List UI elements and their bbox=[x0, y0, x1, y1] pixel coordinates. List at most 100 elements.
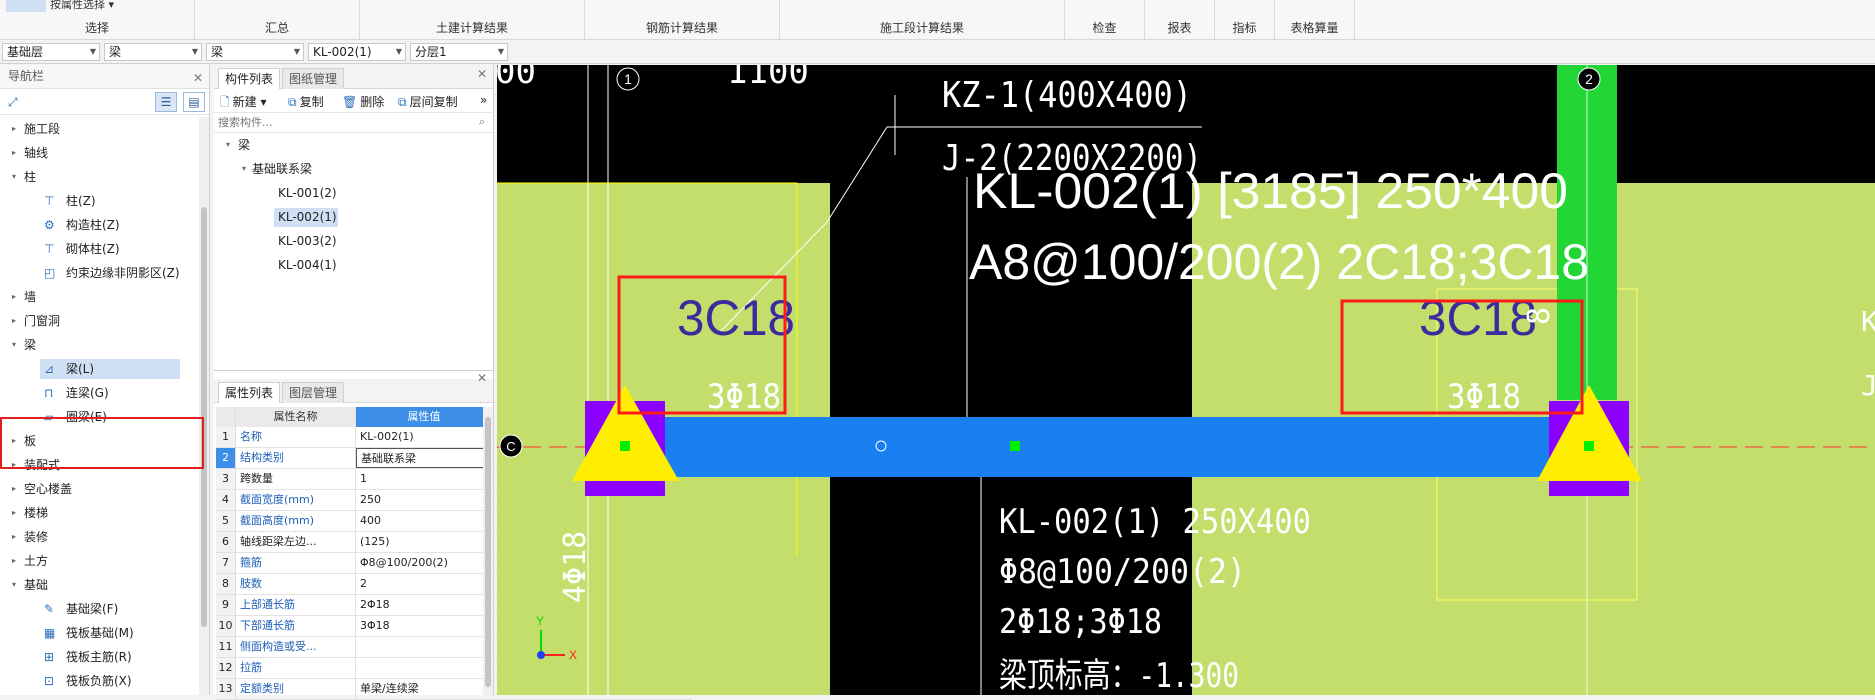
caret-collapsed-icon[interactable]: ▸ bbox=[12, 549, 16, 573]
ribbon-group-table-calc[interactable]: 表格算量 bbox=[1275, 0, 1355, 40]
new-button[interactable]: 🗋 新建 ▾ bbox=[220, 93, 267, 114]
nav-item[interactable]: ⊿ 梁(L) bbox=[0, 357, 198, 381]
chevron-down-icon: ▼ bbox=[497, 47, 504, 56]
caret-collapsed-icon[interactable]: ▸ bbox=[12, 285, 16, 309]
property-value[interactable]: KL-002(1) bbox=[356, 427, 492, 447]
nav-item[interactable]: ⊤ 柱(Z) bbox=[0, 189, 198, 213]
property-value[interactable]: Φ8@100/200(2) bbox=[356, 553, 492, 573]
caret-collapsed-icon[interactable]: ▸ bbox=[12, 117, 16, 141]
caret-expanded-icon[interactable]: ▾ bbox=[242, 157, 246, 181]
nav-item[interactable]: ▦ 筏板基础(M) bbox=[0, 621, 198, 645]
select-by-property-button[interactable]: 按属性选择 ▾ bbox=[50, 0, 114, 12]
nav-item[interactable]: ▸ 空心楼盖 bbox=[0, 477, 198, 501]
nav-item-label: 柱 bbox=[24, 170, 37, 184]
ribbon-group-check[interactable]: 检查 bbox=[1065, 0, 1145, 40]
nav-item-label: 装修 bbox=[24, 530, 49, 544]
caret-collapsed-icon[interactable]: ▸ bbox=[12, 477, 16, 501]
caret-expanded-icon[interactable]: ▾ bbox=[12, 165, 16, 189]
select-button[interactable] bbox=[6, 0, 46, 12]
nav-item[interactable]: ▾ 基础 bbox=[0, 573, 198, 597]
component-tree-item[interactable]: ▾ 基础联系梁 bbox=[214, 157, 493, 181]
component-tree-item[interactable]: KL-001(2) bbox=[214, 181, 493, 205]
ribbon-group-civil-results[interactable]: 土建计算结果 bbox=[360, 0, 585, 40]
component-tree-item[interactable]: ▾ 梁 bbox=[214, 133, 493, 157]
property-value[interactable]: 单梁/连续梁 bbox=[356, 679, 492, 699]
tab-component-list[interactable]: 构件列表 bbox=[218, 68, 281, 89]
nav-scrollbar[interactable] bbox=[199, 117, 209, 695]
nav-item[interactable]: ▸ 土方 bbox=[0, 549, 198, 573]
close-icon[interactable]: ✕ bbox=[477, 371, 487, 385]
caret-expanded-icon[interactable]: ▾ bbox=[12, 573, 16, 597]
nav-item[interactable]: ⊞ 筏板主筋(R) bbox=[0, 645, 198, 669]
property-value[interactable]: 基础联系梁 bbox=[356, 448, 492, 468]
grip-point[interactable] bbox=[1010, 441, 1020, 451]
nav-item[interactable]: ▸ 墙 bbox=[0, 285, 198, 309]
delete-button[interactable]: 🗑 删除 bbox=[342, 93, 384, 110]
detail-view-icon[interactable]: ▤ bbox=[183, 92, 205, 112]
nav-item[interactable]: ⊤ 砌体柱(Z) bbox=[0, 237, 198, 261]
component-tree-item[interactable]: KL-002(1) bbox=[214, 205, 493, 229]
tab-property-list[interactable]: 属性列表 bbox=[218, 382, 281, 403]
tab-drawing-management[interactable]: 图纸管理 bbox=[282, 68, 345, 89]
component-tree-item[interactable]: KL-003(2) bbox=[214, 229, 493, 253]
component-select[interactable]: KL-002(1) ▼ bbox=[308, 43, 406, 61]
property-value[interactable]: 250 bbox=[356, 490, 492, 510]
type-select[interactable]: 梁 ▼ bbox=[206, 43, 304, 61]
property-value[interactable]: 400 bbox=[356, 511, 492, 531]
ribbon-group-summary[interactable]: 汇总 bbox=[195, 0, 360, 40]
grip-point[interactable] bbox=[1584, 441, 1594, 451]
nav-item[interactable]: ▸ 楼梯 bbox=[0, 501, 198, 525]
close-icon[interactable]: ✕ bbox=[477, 67, 487, 81]
property-value[interactable]: 2 bbox=[356, 574, 492, 594]
property-value[interactable]: 1 bbox=[356, 469, 492, 489]
caret-collapsed-icon[interactable]: ▸ bbox=[12, 309, 16, 333]
beam-kl-002[interactable] bbox=[637, 417, 1557, 477]
category-select[interactable]: 梁 ▼ bbox=[104, 43, 202, 61]
nav-item[interactable]: ⊓ 连梁(G) bbox=[0, 381, 198, 405]
nav-item[interactable]: ▸ 门窗洞 bbox=[0, 309, 198, 333]
property-name: 箍筋 bbox=[236, 553, 356, 573]
component-tree-item[interactable]: KL-004(1) bbox=[214, 253, 493, 277]
caret-expanded-icon[interactable]: ▾ bbox=[226, 133, 230, 157]
nav-item[interactable]: ▸ 施工段 bbox=[0, 117, 198, 141]
nav-item[interactable]: ✎ 基础梁(F) bbox=[0, 597, 198, 621]
floor-select[interactable]: 基础层 ▼ bbox=[2, 43, 100, 61]
nav-item[interactable]: ◰ 约束边缘非阴影区(Z) bbox=[0, 261, 198, 285]
drawing-canvas[interactable]: 1 2 C 00 1100 KZ-1(400X400) J-2(2200X220… bbox=[497, 65, 1875, 695]
property-value[interactable]: (125) bbox=[356, 532, 492, 552]
property-value[interactable] bbox=[356, 658, 492, 678]
nav-item[interactable]: ▸ 装修 bbox=[0, 525, 198, 549]
nav-item-label: 筏板主筋(R) bbox=[66, 650, 132, 664]
ribbon-group-rebar-results[interactable]: 钢筋计算结果 bbox=[585, 0, 780, 40]
caret-expanded-icon[interactable]: ▾ bbox=[12, 333, 16, 357]
grip-point[interactable] bbox=[620, 441, 630, 451]
more-tools-button[interactable]: » bbox=[480, 93, 487, 107]
ribbon-group-select[interactable]: 按属性选择 ▾ 选择 bbox=[0, 0, 195, 40]
search-icon[interactable]: ⌕ bbox=[479, 115, 485, 129]
property-value[interactable]: 2Φ18 bbox=[356, 595, 492, 615]
property-value[interactable] bbox=[356, 637, 492, 657]
ribbon-group-stage-results[interactable]: 施工段计算结果 bbox=[780, 0, 1065, 40]
caret-collapsed-icon[interactable]: ▸ bbox=[12, 141, 16, 165]
pin-icon[interactable]: ⤢ bbox=[8, 95, 18, 110]
close-icon[interactable]: ✕ bbox=[193, 67, 203, 89]
ribbon-group-report[interactable]: 报表 bbox=[1145, 0, 1215, 40]
nav-item[interactable]: ▾ 梁 bbox=[0, 333, 198, 357]
caret-collapsed-icon[interactable]: ▸ bbox=[12, 501, 16, 525]
tab-layer-management[interactable]: 图层管理 bbox=[282, 382, 345, 403]
floor-copy-button[interactable]: ⧉ 层间复制 bbox=[398, 93, 458, 110]
ribbon-group-index[interactable]: 指标 bbox=[1215, 0, 1275, 40]
layer-select[interactable]: 分层1 ▼ bbox=[410, 43, 508, 61]
component-search-input[interactable] bbox=[214, 113, 454, 131]
nav-item[interactable]: ▸ 轴线 bbox=[0, 141, 198, 165]
copy-button[interactable]: ⧉ 复制 bbox=[288, 93, 324, 110]
property-value[interactable]: 3Φ18 bbox=[356, 616, 492, 636]
nav-item[interactable]: ⊡ 筏板负筋(X) bbox=[0, 669, 198, 693]
scrollbar-thumb[interactable] bbox=[485, 417, 491, 687]
caret-collapsed-icon[interactable]: ▸ bbox=[12, 525, 16, 549]
nav-item[interactable]: ▾ 柱 bbox=[0, 165, 198, 189]
cad-drawing[interactable]: 1 2 C 00 1100 KZ-1(400X400) J-2(2200X220… bbox=[497, 65, 1875, 695]
properties-scrollbar[interactable] bbox=[483, 407, 493, 696]
list-view-icon[interactable]: ☰ bbox=[155, 92, 177, 112]
nav-item[interactable]: ⚙ 构造柱(Z) bbox=[0, 213, 198, 237]
